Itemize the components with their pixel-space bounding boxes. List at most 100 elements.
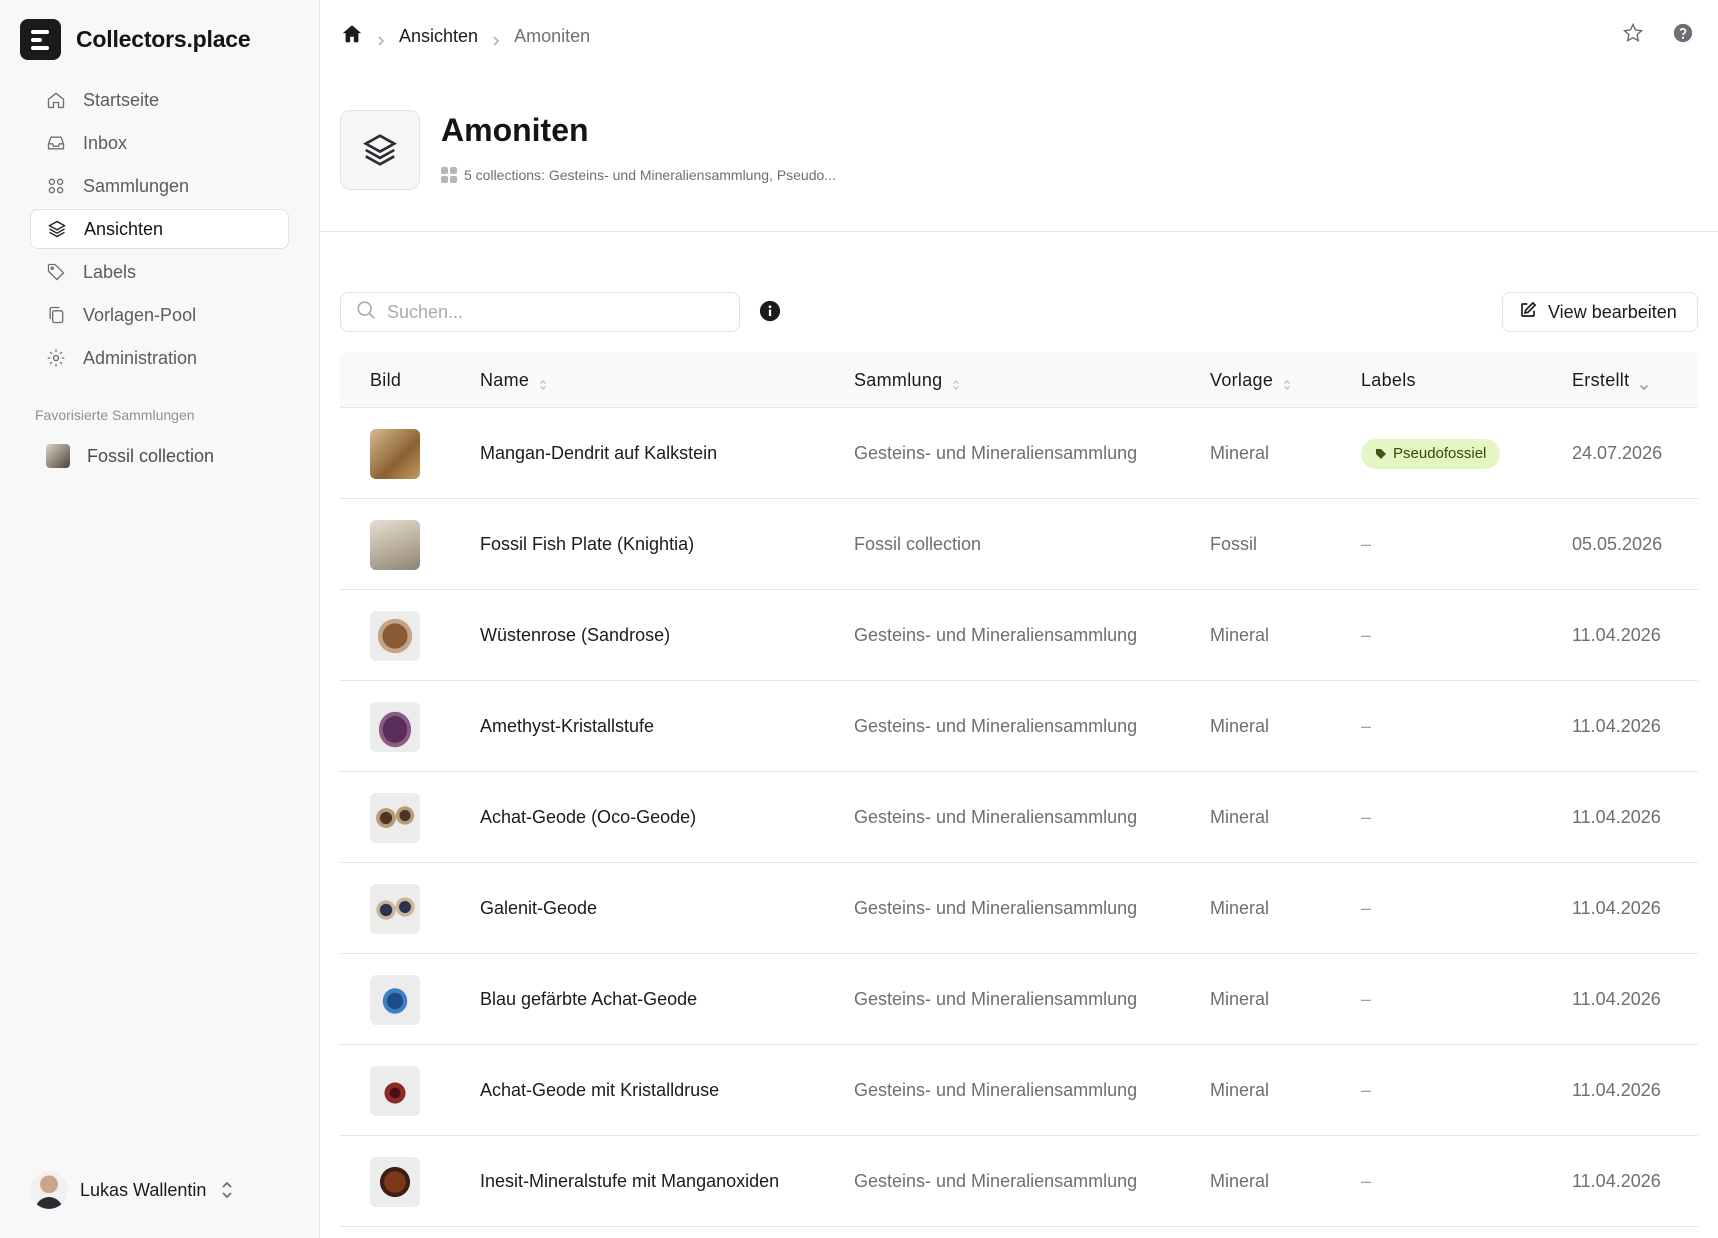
- item-name: Amethyst-Kristallstufe: [480, 716, 655, 736]
- item-thumbnail: [370, 883, 420, 934]
- item-labels: –: [1361, 898, 1372, 918]
- item-collection: Gesteins- und Mineraliensammlung: [854, 443, 1138, 463]
- sidebar-item-sammlungen[interactable]: Sammlungen: [30, 166, 289, 206]
- item-name: Achat-Geode mit Kristalldruse: [480, 1080, 720, 1100]
- sidebar: Collectors.place Startseite Inbox Sammlu…: [0, 0, 320, 1238]
- table-header: Bild Name Sammlung Vorlage Labels Erstel…: [340, 352, 1698, 408]
- item-labels: –: [1361, 807, 1372, 827]
- column-header-collection[interactable]: Sammlung: [854, 370, 960, 391]
- table-row[interactable]: Wüstenrose (Sandrose) Gesteins- und Mine…: [340, 590, 1698, 681]
- edit-view-label: View bearbeiten: [1548, 301, 1677, 322]
- item-template: Mineral: [1210, 989, 1270, 1009]
- breadcrumb: Ansichten Amoniten: [341, 23, 590, 50]
- chevron-right-icon: [490, 31, 502, 46]
- column-label: Bild: [370, 370, 402, 390]
- star-icon[interactable]: [1622, 22, 1644, 49]
- user-menu[interactable]: Lukas Wallentin: [30, 1171, 234, 1209]
- home-icon: [46, 90, 66, 110]
- favorite-collection-label: Fossil collection: [87, 445, 215, 466]
- sort-icon: [539, 375, 547, 390]
- column-header-template[interactable]: Vorlage: [1210, 370, 1291, 391]
- table-row[interactable]: Achat-Geode mit Kristalldruse Gesteins- …: [340, 1045, 1698, 1136]
- column-label: Labels: [1361, 370, 1416, 390]
- sidebar-item-ansichten[interactable]: Ansichten: [30, 209, 289, 249]
- item-labels: –: [1361, 1080, 1372, 1100]
- table-row[interactable]: Mangan-Dendrit auf Kalkstein Gesteins- u…: [340, 408, 1698, 499]
- user-name: Lukas Wallentin: [80, 1179, 207, 1200]
- item-name: Wüstenrose (Sandrose): [480, 625, 671, 645]
- item-thumbnail: [370, 610, 420, 661]
- chevron-up-down-icon: [220, 1180, 234, 1200]
- sort-icon: [952, 375, 960, 390]
- sidebar-item-label: Vorlagen-Pool: [83, 304, 197, 325]
- table-row[interactable]: Fossil Fish Plate (Knightia) Fossil coll…: [340, 499, 1698, 590]
- item-thumbnail: [370, 519, 420, 570]
- table-row[interactable]: Achat-Geode (Oco-Geode) Gesteins- und Mi…: [340, 772, 1698, 863]
- label-badge[interactable]: Pseudofossiel: [1361, 438, 1501, 469]
- item-template: Mineral: [1210, 1080, 1270, 1100]
- inbox-icon: [46, 133, 66, 153]
- item-collection: Fossil collection: [854, 534, 982, 554]
- item-created: 24.07.2026: [1572, 443, 1663, 463]
- home-icon[interactable]: [341, 23, 363, 50]
- grid-icon: [46, 176, 66, 196]
- search-input[interactable]: [387, 301, 717, 323]
- sort-descending-icon: [1639, 375, 1649, 390]
- table-row[interactable]: Amethyst-Kristallstufe Gesteins- und Min…: [340, 681, 1698, 772]
- favorite-collection-item[interactable]: Fossil collection: [30, 436, 289, 476]
- column-label: Name: [480, 370, 530, 390]
- sidebar-item-label: Administration: [83, 347, 198, 368]
- item-created: 11.04.2026: [1572, 1171, 1661, 1191]
- item-created: 05.05.2026: [1572, 534, 1663, 554]
- avatar: [30, 1171, 68, 1209]
- edit-icon: [1519, 301, 1548, 324]
- tag-icon: [46, 262, 66, 282]
- sidebar-item-vorlagen-pool[interactable]: Vorlagen-Pool: [30, 295, 289, 335]
- sidebar-item-startseite[interactable]: Startseite: [30, 80, 289, 120]
- info-icon[interactable]: [759, 300, 781, 322]
- item-collection: Gesteins- und Mineraliensammlung: [854, 989, 1138, 1009]
- item-created: 11.04.2026: [1572, 898, 1661, 918]
- topbar: Ansichten Amoniten: [320, 0, 1718, 72]
- item-thumbnail: [370, 792, 420, 843]
- column-header-labels: Labels: [1361, 370, 1416, 391]
- item-thumbnail: [370, 1156, 420, 1207]
- sidebar-item-inbox[interactable]: Inbox: [30, 123, 289, 163]
- edit-view-button[interactable]: View bearbeiten: [1502, 292, 1698, 332]
- item-template: Mineral: [1210, 898, 1270, 918]
- collections-icon: [441, 167, 457, 183]
- item-template: Mineral: [1210, 625, 1270, 645]
- brand[interactable]: Collectors.place: [20, 19, 251, 60]
- page-meta: 5 collections: Gesteins- und Mineraliens…: [441, 167, 836, 183]
- item-thumbnail: [370, 428, 420, 479]
- sidebar-item-label: Sammlungen: [83, 175, 190, 196]
- item-labels: –: [1361, 989, 1372, 1009]
- items-table: Bild Name Sammlung Vorlage Labels Erstel…: [340, 352, 1698, 1227]
- sidebar-item-labels[interactable]: Labels: [30, 252, 289, 292]
- column-header-created[interactable]: Erstellt: [1572, 370, 1649, 391]
- item-collection: Gesteins- und Mineraliensammlung: [854, 898, 1138, 918]
- item-created: 11.04.2026: [1572, 625, 1661, 645]
- item-name: Achat-Geode (Oco-Geode): [480, 807, 697, 827]
- item-collection: Gesteins- und Mineraliensammlung: [854, 807, 1138, 827]
- search-icon: [355, 299, 377, 326]
- sort-icon: [1283, 375, 1291, 390]
- item-collection: Gesteins- und Mineraliensammlung: [854, 1171, 1138, 1191]
- brand-logo-icon: [20, 19, 61, 60]
- item-thumbnail: [370, 701, 420, 752]
- tag-icon: [1376, 448, 1386, 459]
- help-icon[interactable]: [1672, 22, 1694, 49]
- search-box[interactable]: [340, 292, 740, 332]
- table-row[interactable]: Inesit-Mineralstufe mit Manganoxiden Ges…: [340, 1136, 1698, 1227]
- item-collection: Gesteins- und Mineraliensammlung: [854, 716, 1138, 736]
- sidebar-item-administration[interactable]: Administration: [30, 338, 289, 378]
- table-row[interactable]: Blau gefärbte Achat-Geode Gesteins- und …: [340, 954, 1698, 1045]
- breadcrumb-item[interactable]: Ansichten: [399, 26, 478, 47]
- item-created: 11.04.2026: [1572, 807, 1661, 827]
- table-row[interactable]: Galenit-Geode Gesteins- und Mineraliensa…: [340, 863, 1698, 954]
- item-template: Mineral: [1210, 443, 1270, 463]
- item-template: Mineral: [1210, 716, 1270, 736]
- column-header-name[interactable]: Name: [480, 370, 547, 391]
- item-name: Fossil Fish Plate (Knightia): [480, 534, 695, 554]
- sidebar-item-label: Startseite: [83, 89, 160, 110]
